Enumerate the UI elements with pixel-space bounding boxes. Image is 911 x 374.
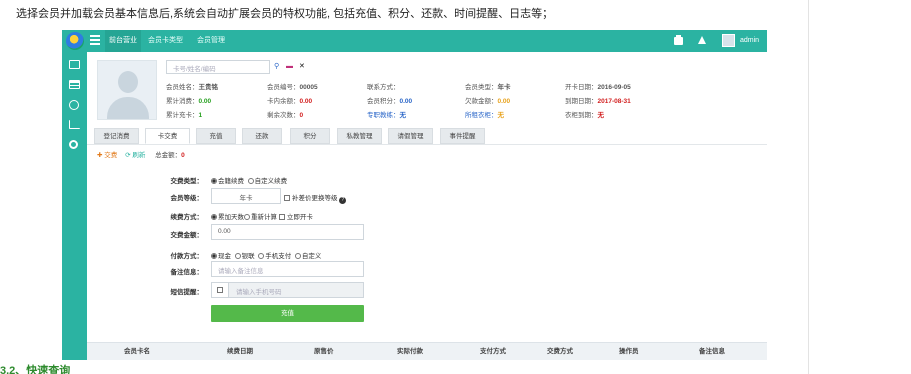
tab-event-reminder[interactable]: 事件提醒 — [440, 128, 485, 144]
renew-mode-label: 续费方式： — [170, 214, 204, 221]
info-locker: 所租衣柜：无 — [465, 112, 504, 119]
add-fee-button[interactable]: ✚ 交费 — [97, 152, 117, 159]
user-avatar[interactable] — [722, 34, 735, 47]
col-operator: 操作员 — [619, 348, 639, 355]
phone-input[interactable]: 请输入手机号码 — [236, 286, 282, 296]
info-expiry-date: 到期日期：2017-08-31 — [565, 98, 631, 105]
radio-unionpay[interactable]: 银联 — [234, 253, 255, 260]
section-heading: 3.2、快速查询 — [0, 365, 71, 374]
bell-icon[interactable] — [698, 36, 706, 44]
history-table-header: 会员卡名 续费日期 原售价 实际付款 支付方式 交费方式 操作员 备注信息 — [87, 342, 767, 360]
col-card-name: 会员卡名 — [124, 348, 150, 355]
sidebar-settings-icon[interactable] — [62, 136, 87, 154]
sms-label: 短信提醒： — [170, 289, 204, 296]
tab-recharge[interactable]: 充值 — [196, 128, 236, 144]
note-label: 备注信息： — [170, 269, 204, 276]
fee-type-radios: 会籍续费 自定义续费 — [211, 175, 287, 185]
tab-card-fee[interactable]: 卡交费 — [145, 128, 190, 144]
col-fee-method: 交费方式 — [547, 348, 573, 355]
nav-front-desk[interactable]: 前台营业 — [105, 30, 141, 52]
level-label: 会员等级： — [170, 195, 204, 202]
search-icon[interactable]: ⚲ — [274, 62, 279, 71]
info-coach: 专职教练：无 — [367, 112, 406, 119]
info-member-id: 会员编号：00005 — [267, 84, 318, 91]
clear-icon[interactable]: ✕ — [299, 62, 305, 71]
app-window: 前台营业 会员卡类型 会员管理 admin 卡号/姓名/编码 ⚲ ▬ ✕ 会员姓… — [62, 30, 767, 360]
sidebar-users-icon[interactable] — [62, 96, 87, 114]
info-locker-expiry: 衣柜到期：无 — [565, 112, 604, 119]
page-divider — [808, 0, 809, 374]
radio-custom-renewal[interactable]: 自定义续费 — [247, 178, 287, 185]
col-original-price: 原售价 — [314, 348, 334, 355]
info-debt: 欠款金额：0.00 — [465, 98, 511, 105]
tab-repayment[interactable]: 还款 — [242, 128, 282, 144]
top-bar: 前台营业 会员卡类型 会员管理 admin — [62, 30, 767, 52]
user-name[interactable]: admin — [740, 30, 759, 52]
info-total-spent: 累计消费：0.00 — [166, 98, 212, 105]
radio-add-days[interactable]: 累加天数 — [211, 214, 244, 221]
info-remaining-times: 剩余次数：0 — [267, 112, 304, 119]
info-points: 会员积分：0.00 — [367, 98, 413, 105]
sidebar-card-icon[interactable] — [62, 56, 87, 74]
tab-consumption[interactable]: 登记消费 — [94, 128, 139, 144]
tab-leave-management[interactable]: 请假管理 — [388, 128, 433, 144]
renew-mode-radios: 累加天数 重新计算 立即开卡 — [211, 211, 313, 221]
pay-method-radios: 现金 银联 手机支付 自定义 — [211, 250, 321, 260]
sidebar-chart-icon[interactable] — [62, 116, 87, 134]
radio-custom-pay[interactable]: 自定义 — [294, 253, 321, 260]
sidebar-list-icon[interactable] — [62, 76, 87, 94]
upgrade-option[interactable]: 补差价更换等级 ? — [284, 192, 347, 204]
col-renew-date: 续费日期 — [227, 348, 253, 355]
level-field[interactable]: 年卡 — [211, 188, 281, 204]
print-icon[interactable] — [674, 35, 683, 45]
col-notes: 备注信息 — [699, 348, 725, 355]
info-open-date: 开卡日期：2016-09-05 — [565, 84, 631, 91]
total-amount: 总金额：0 — [155, 152, 185, 159]
help-icon[interactable]: ? — [339, 197, 347, 204]
radio-recalculate[interactable]: 重新计算 — [244, 214, 277, 221]
amount-input[interactable]: 0.00 — [211, 224, 364, 240]
card-reader-icon[interactable]: ▬ — [286, 62, 293, 71]
refresh-button[interactable]: ⟳ 刷新 — [125, 152, 145, 159]
radio-membership-renewal[interactable]: 会籍续费 — [211, 178, 244, 185]
sms-group: 请输入手机号码 — [211, 282, 364, 298]
sms-checkbox[interactable] — [212, 283, 229, 297]
pay-method-label: 付款方式： — [170, 253, 204, 260]
member-photo — [97, 60, 157, 120]
col-actual-paid: 实际付款 — [397, 348, 423, 355]
info-contact: 联系方式： — [367, 84, 400, 91]
intro-text: 选择会员并加载会员基本信息后,系统会自动扩展会员的特权功能, 包括充值、积分、还… — [16, 8, 554, 20]
info-card-balance: 卡内余额：0.00 — [267, 98, 313, 105]
info-member-name: 会员姓名：王贵铭 — [166, 84, 218, 91]
open-card-checkbox[interactable]: 立即开卡 — [278, 214, 313, 221]
sidebar — [62, 52, 87, 360]
action-bar: ✚ 交费 ⟳ 刷新 总金额：0 — [97, 149, 185, 159]
submit-button[interactable]: 充值 — [211, 305, 364, 322]
note-input[interactable]: 请输入备注信息 — [211, 261, 364, 277]
tab-points[interactable]: 积分 — [290, 128, 330, 144]
col-payment-method: 支付方式 — [480, 348, 506, 355]
radio-mobile-pay[interactable]: 手机支付 — [258, 253, 291, 260]
card-fee-panel: ✚ 交费 ⟳ 刷新 总金额：0 交费类型： 会籍续费 自定义续费 会员等级： 年… — [87, 144, 767, 340]
fee-type-label: 交费类型： — [170, 178, 204, 185]
main-content: 卡号/姓名/编码 ⚲ ▬ ✕ 会员姓名：王贵铭 会员编号：00005 联系方式：… — [87, 52, 767, 360]
tab-private-coach[interactable]: 私教管理 — [337, 128, 382, 144]
info-member-type: 会员类型：年卡 — [465, 84, 511, 91]
info-total-recharges: 累计充卡：1 — [166, 112, 203, 119]
app-logo — [66, 32, 84, 50]
amount-label: 交费金额： — [170, 232, 204, 239]
member-search-input[interactable]: 卡号/姓名/编码 — [166, 60, 270, 74]
nav-card-types[interactable]: 会员卡类型 — [144, 30, 187, 52]
radio-cash[interactable]: 现金 — [211, 253, 231, 260]
menu-toggle-icon[interactable] — [90, 35, 100, 46]
nav-member-management[interactable]: 会员管理 — [193, 30, 229, 52]
